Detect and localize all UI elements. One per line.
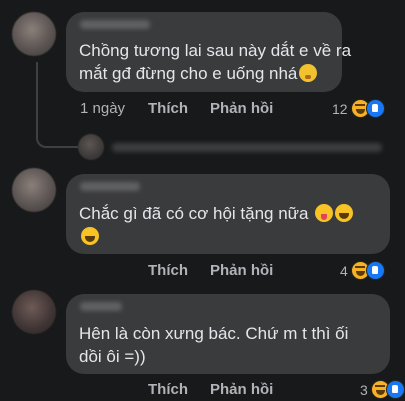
- laughing-emoji-icon: [81, 227, 99, 245]
- comment-text-fragment: mắt gđ đừng cho e uống nhá: [79, 64, 298, 83]
- like-icon: [365, 261, 385, 280]
- comment-timestamp[interactable]: 1 ngày: [80, 100, 125, 117]
- avatar[interactable]: [78, 134, 104, 160]
- comment-text-line: dồi ôi =)): [79, 347, 146, 366]
- reply-button[interactable]: Phản hồi: [210, 100, 273, 117]
- avatar[interactable]: [12, 168, 56, 212]
- reply-thread-line: [36, 62, 78, 148]
- woozy-face-emoji-icon: [299, 64, 318, 82]
- comment-text-line: [79, 226, 99, 248]
- comment-text-line: mắt gđ đừng cho e uống nhá: [79, 63, 318, 85]
- comment-text-line: Chồng tương lai sau này dắt e về ra: [79, 41, 352, 60]
- reaction-count: 4: [340, 262, 348, 279]
- reaction-count: 12: [332, 100, 348, 117]
- collapsed-reply-preview[interactable]: [112, 143, 382, 152]
- reply-button[interactable]: Phản hồi: [210, 381, 273, 398]
- reaction-summary[interactable]: 3: [360, 380, 405, 399]
- reply-button[interactable]: Phản hồi: [210, 262, 273, 279]
- comment-bubble: Chồng tương lai sau này dắt e về ra mắt …: [66, 12, 351, 92]
- comment-bubble: Chắc gì đã có cơ hội tặng nữa: [66, 174, 390, 254]
- commenter-name[interactable]: [80, 20, 150, 29]
- avatar[interactable]: [12, 12, 56, 56]
- like-icon: [385, 380, 405, 399]
- tongue-face-emoji-icon: [315, 204, 334, 222]
- commenter-name[interactable]: [80, 182, 140, 191]
- like-button[interactable]: Thích: [148, 262, 188, 279]
- reaction-summary[interactable]: 4: [340, 261, 385, 280]
- laughing-emoji-icon: [335, 204, 354, 222]
- comment-text-line: Chắc gì đã có cơ hội tặng nữa: [79, 203, 354, 225]
- comment-text-fragment: Chắc gì đã có cơ hội tặng nữa: [79, 204, 309, 223]
- like-button[interactable]: Thích: [148, 100, 188, 117]
- comment-text-line: Hên là còn xưng bác. Chứ m t thì ối: [79, 324, 349, 343]
- avatar[interactable]: [12, 290, 56, 334]
- commenter-name[interactable]: [80, 302, 122, 311]
- reaction-count: 3: [360, 381, 368, 398]
- like-button[interactable]: Thích: [148, 381, 188, 398]
- like-icon: [365, 99, 385, 118]
- comment-bubble: Hên là còn xưng bác. Chứ m t thì ối dồi …: [66, 294, 390, 374]
- reaction-summary[interactable]: 12: [332, 99, 385, 118]
